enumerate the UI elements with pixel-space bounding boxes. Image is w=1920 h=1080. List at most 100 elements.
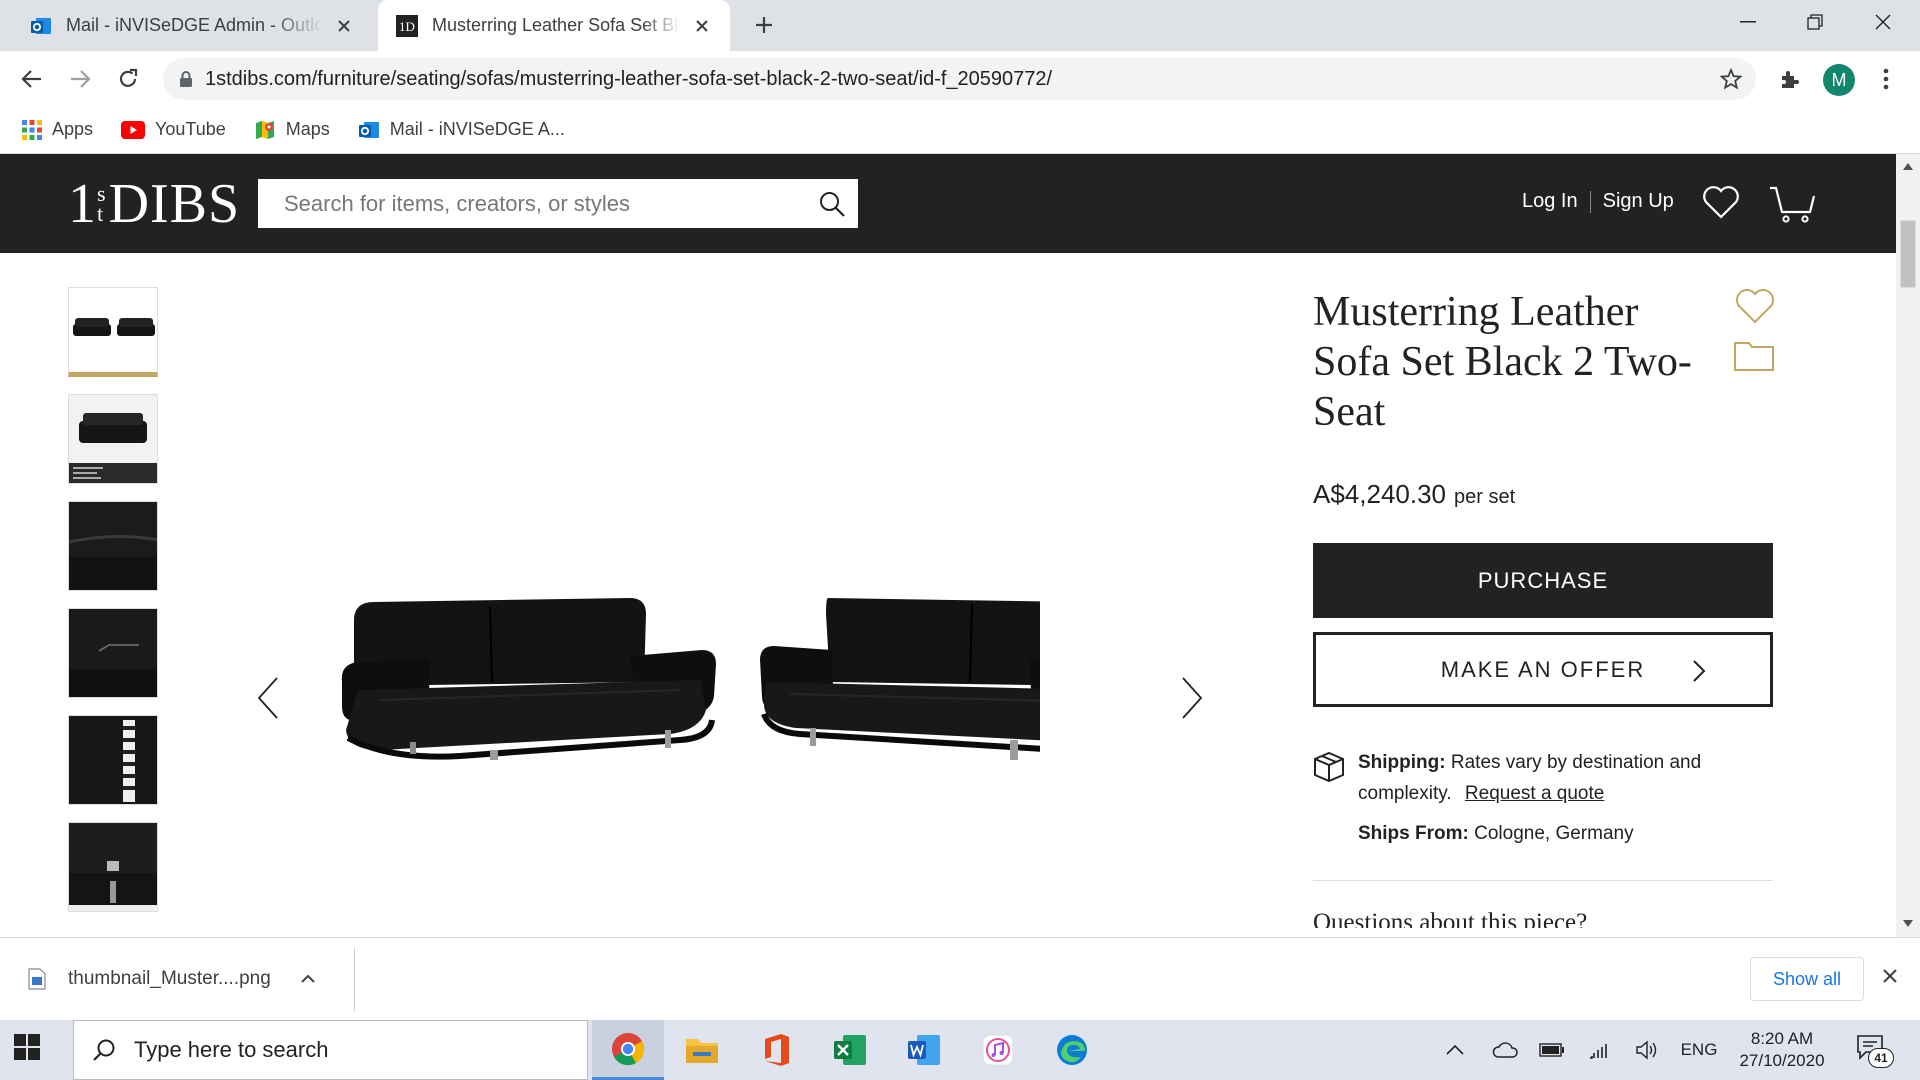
page-scrollbar[interactable] xyxy=(1896,154,1920,937)
windows-taskbar: Type here to search ENG 8:20 AM 27/10/20… xyxy=(0,1020,1920,1080)
wifi-tray[interactable] xyxy=(1583,1020,1617,1080)
gallery-prev-arrow[interactable] xyxy=(248,670,288,726)
bookmarks-bar: Apps YouTube Maps Mail - iNVISeDGE A... xyxy=(0,106,1920,154)
chevron-up-icon xyxy=(1446,1045,1464,1055)
show-all-button[interactable]: Show all xyxy=(1750,957,1864,1001)
taskbar-word[interactable] xyxy=(888,1020,960,1080)
restore-button[interactable] xyxy=(1782,0,1848,44)
box-icon xyxy=(1314,751,1344,783)
taskbar-clock[interactable]: 8:20 AM 27/10/2020 xyxy=(1730,1028,1834,1072)
close-icon[interactable] xyxy=(330,12,358,40)
reload-button[interactable] xyxy=(110,61,146,97)
volume-tray[interactable] xyxy=(1630,1020,1664,1080)
thumbnail-2[interactable] xyxy=(68,394,158,484)
scroll-up-arrow[interactable] xyxy=(1902,160,1914,172)
extensions-icon[interactable] xyxy=(1772,61,1808,97)
login-link[interactable]: Log In xyxy=(1522,190,1578,213)
scrollbar-thumb[interactable] xyxy=(1900,220,1916,288)
cloud-icon xyxy=(1492,1042,1518,1058)
thumbnail-3[interactable] xyxy=(68,501,158,591)
search-icon[interactable] xyxy=(818,190,846,218)
request-quote-link[interactable]: Request a quote xyxy=(1465,783,1604,804)
tab-outlook[interactable]: Mail - iNVISeDGE Admin - Outlook xyxy=(12,0,372,51)
taskbar-office[interactable] xyxy=(740,1020,812,1080)
chrome-menu-icon[interactable] xyxy=(1868,61,1904,97)
thumbnail-1[interactable] xyxy=(68,287,158,377)
bookmark-star-icon[interactable] xyxy=(1720,68,1742,90)
thumbnail-6[interactable] xyxy=(68,822,158,912)
clock-date: 27/10/2020 xyxy=(1739,1051,1825,1070)
battery-tray[interactable] xyxy=(1535,1020,1569,1080)
word-icon xyxy=(908,1035,940,1065)
back-button[interactable] xyxy=(14,61,50,97)
tab-1stdibs[interactable]: 1D Musterring Leather Sofa Set Black xyxy=(378,0,730,51)
language-indicator[interactable]: ENG xyxy=(1676,1020,1722,1080)
notification-count: 41 xyxy=(1868,1048,1894,1068)
battery-icon xyxy=(1539,1043,1564,1057)
bookmark-label: Maps xyxy=(285,119,330,139)
bookmark-maps[interactable]: Maps xyxy=(254,119,330,141)
taskbar-excel[interactable] xyxy=(814,1020,886,1080)
chevron-up-icon[interactable] xyxy=(301,974,315,984)
sofa-dimensions-image xyxy=(69,395,157,483)
close-icon[interactable] xyxy=(1882,968,1898,984)
address-bar[interactable]: 1stdibs.com/furniture/seating/sofas/must… xyxy=(163,58,1756,100)
office-icon xyxy=(765,1034,789,1066)
new-tab-button[interactable] xyxy=(748,9,780,41)
bookmark-youtube[interactable]: YouTube xyxy=(121,119,226,140)
save-heart-icon[interactable] xyxy=(1735,287,1775,325)
taskbar-edge[interactable] xyxy=(1036,1020,1108,1080)
download-item[interactable]: thumbnail_Muster....png xyxy=(28,958,315,1000)
excel-icon xyxy=(834,1035,866,1065)
image-file-icon xyxy=(28,968,46,990)
close-icon[interactable] xyxy=(688,12,716,40)
onedrive-tray[interactable] xyxy=(1488,1020,1522,1080)
search-icon xyxy=(93,1039,115,1061)
signup-link[interactable]: Sign Up xyxy=(1603,190,1674,213)
bookmark-label: Apps xyxy=(52,119,94,139)
tab-title: Mail - iNVISeDGE Admin - Outlook xyxy=(66,15,322,35)
taskbar-file-explorer[interactable] xyxy=(666,1020,738,1080)
gallery-next-arrow[interactable] xyxy=(1172,670,1212,726)
itunes-icon xyxy=(982,1034,1014,1066)
taskbar-chrome[interactable] xyxy=(592,1020,664,1080)
scroll-down-arrow[interactable] xyxy=(1902,917,1914,929)
1stdibs-logo[interactable]: 1 st DIBS xyxy=(68,174,240,234)
lock-icon xyxy=(180,71,192,87)
ships-from: Ships From: Cologne, Germany xyxy=(1358,823,1634,845)
bookmark-outlook[interactable]: Mail - iNVISeDGE A... xyxy=(358,119,565,141)
site-search-input[interactable]: Search for items, creators, or styles xyxy=(258,179,858,228)
clock-time: 8:20 AM xyxy=(1750,1029,1814,1048)
favorites-heart-icon[interactable] xyxy=(1702,184,1740,220)
windows-start-icon[interactable] xyxy=(14,1034,40,1060)
thumbnail-4[interactable] xyxy=(68,608,158,698)
auth-divider xyxy=(1589,190,1591,213)
bookmark-apps[interactable]: Apps xyxy=(22,119,93,140)
tray-overflow-chevron[interactable] xyxy=(1440,1020,1470,1080)
profile-avatar[interactable]: M xyxy=(1823,64,1855,96)
cart-icon[interactable] xyxy=(1768,184,1816,224)
window-close-button[interactable] xyxy=(1850,0,1916,44)
youtube-icon xyxy=(121,120,146,139)
make-offer-button[interactable]: MAKE AN OFFER xyxy=(1313,632,1773,707)
purchase-button[interactable]: PURCHASE xyxy=(1313,543,1773,618)
thumbnail-5[interactable] xyxy=(68,715,158,805)
leather-detail-image xyxy=(69,609,157,697)
edge-icon xyxy=(1057,1035,1087,1065)
taskbar-search-placeholder: Type here to search xyxy=(134,1037,329,1062)
1stdibs-favicon: 1D xyxy=(396,14,418,37)
product-title: Musterring Leather Sofa Set Black 2 Two-… xyxy=(1313,289,1692,435)
minimize-button[interactable] xyxy=(1715,0,1781,44)
bookmark-label: YouTube xyxy=(155,119,226,139)
sofa-measure-image xyxy=(69,716,157,804)
price-amount: A$4,240.30 xyxy=(1313,479,1447,509)
forward-button[interactable] xyxy=(62,61,98,97)
folder-icon[interactable] xyxy=(1733,337,1775,373)
make-offer-label: MAKE AN OFFER xyxy=(1440,656,1646,682)
leather-detail-image xyxy=(69,502,157,590)
taskbar-itunes[interactable] xyxy=(962,1020,1034,1080)
folder-icon xyxy=(686,1039,718,1063)
action-center-button[interactable]: 41 xyxy=(1856,1034,1894,1068)
taskbar-search[interactable]: Type here to search xyxy=(73,1020,588,1080)
svg-text:1D: 1D xyxy=(399,19,415,34)
